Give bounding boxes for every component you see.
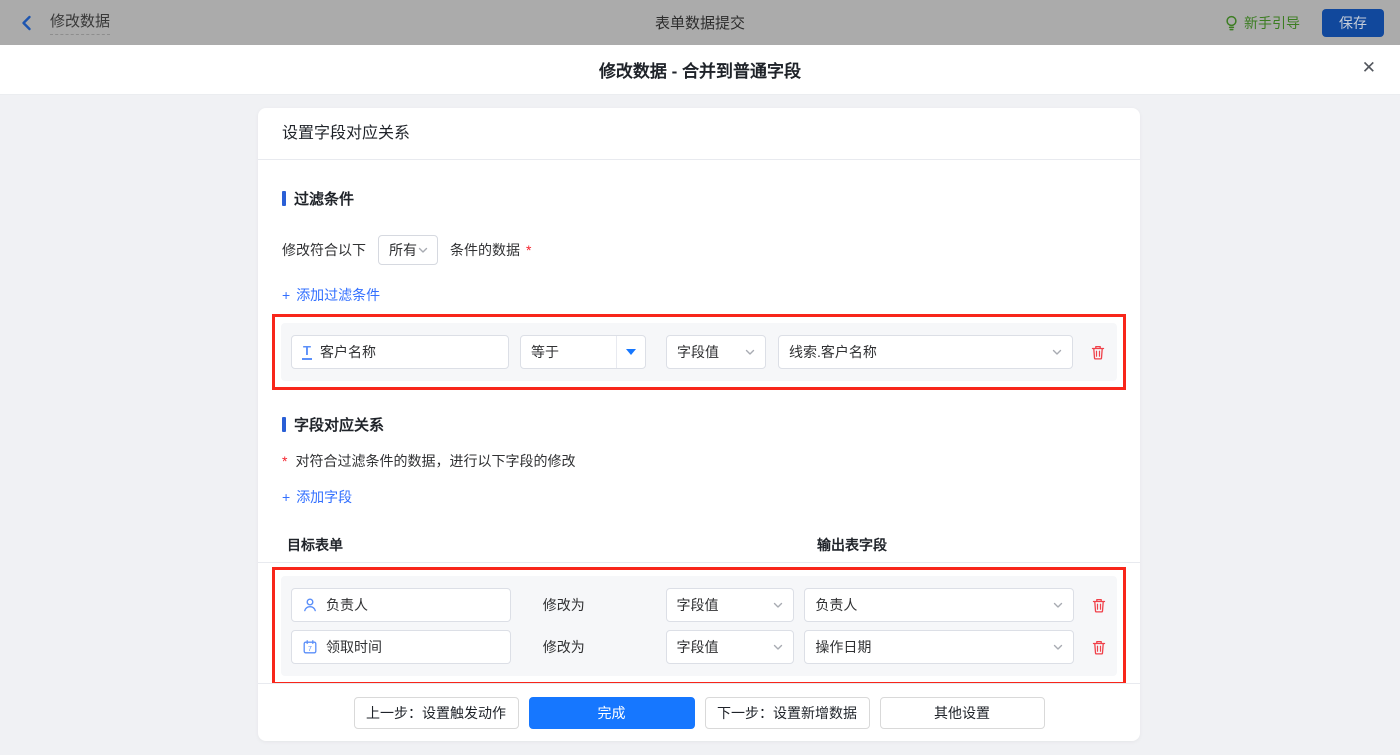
- filter-condition-row: T 客户名称 等于 字段值 线索.客户名称: [281, 323, 1117, 381]
- filter-field-input[interactable]: T 客户名称: [291, 335, 509, 369]
- delete-field-button[interactable]: [1091, 639, 1107, 656]
- value-type-value: 字段值: [677, 344, 719, 360]
- chevron-down-icon: [774, 644, 783, 650]
- filter-annotation-box: T 客户名称 等于 字段值 线索.客户名称: [272, 314, 1126, 390]
- output-field-select[interactable]: 操作日期: [804, 630, 1074, 664]
- caret-down-icon: [626, 349, 636, 355]
- calendar-icon: 7: [303, 640, 317, 654]
- value-type-select[interactable]: 字段值: [665, 630, 795, 664]
- column-output-fields: 输出表字段: [817, 537, 887, 553]
- user-icon: [304, 598, 316, 612]
- target-field-value: 领取时间: [326, 639, 382, 655]
- filter-section-label: 过滤条件: [294, 191, 355, 208]
- topbar-left: 修改数据: [16, 10, 111, 35]
- topbar: 修改数据 表单数据提交 新手引导 保存: [0, 0, 1400, 45]
- value-type-value: 字段值: [676, 639, 719, 655]
- save-button[interactable]: 保存: [1322, 8, 1384, 37]
- modal-body: 设置字段对应关系 过滤条件 修改符合以下 所有 条件的数据 * + 添加过滤条件: [0, 95, 1400, 755]
- plus-icon: +: [282, 489, 291, 505]
- mapping-annotation-box: 负责人 修改为 字段值 负责人 7 领取时间 修改为 字段值 操作日期: [272, 567, 1126, 683]
- output-field-value: 负责人: [815, 597, 858, 613]
- target-field-input[interactable]: 负责人: [291, 588, 511, 622]
- trash-icon: [1092, 640, 1106, 655]
- column-target-form: 目标表单: [287, 537, 343, 553]
- delete-field-button[interactable]: [1091, 597, 1107, 614]
- card-title: 设置字段对应关系: [258, 108, 1140, 160]
- section-bar: [282, 191, 286, 206]
- chevron-down-icon: [418, 247, 428, 253]
- required-mark: *: [526, 242, 532, 258]
- action-label: 修改为: [542, 597, 585, 613]
- text-field-icon: T: [302, 343, 312, 361]
- filter-section-title: 过滤条件: [258, 188, 1140, 209]
- done-button[interactable]: 完成: [528, 696, 695, 729]
- filter-value: 线索.客户名称: [789, 344, 877, 360]
- lightbulb-icon: [1226, 15, 1237, 30]
- value-type-value: 字段值: [676, 597, 719, 613]
- target-field-value: 负责人: [326, 597, 368, 613]
- page-title: 表单数据提交: [654, 15, 745, 32]
- trash-icon: [1092, 598, 1106, 613]
- card-footer: 上一步：设置触发动作 完成 下一步：设置新增数据 其他设置: [258, 683, 1140, 741]
- mapping-column-headers: 目标表单 输出表字段: [258, 531, 1140, 563]
- card-body: 过滤条件 修改符合以下 所有 条件的数据 * + 添加过滤条件 T 客户名称 等…: [258, 160, 1140, 683]
- output-field-value: 操作日期: [815, 639, 872, 655]
- mapping-description-text: 对符合过滤条件的数据，进行以下字段的修改: [295, 453, 576, 469]
- modal-header: 修改数据 - 合并到普通字段 ✕: [0, 45, 1400, 95]
- plus-icon: +: [282, 287, 291, 303]
- delete-condition-button[interactable]: [1090, 344, 1106, 361]
- beginner-guide-label: 新手引导: [1244, 14, 1300, 31]
- chevron-down-icon: [1052, 349, 1062, 355]
- add-field-label: 添加字段: [296, 489, 353, 505]
- target-field-input[interactable]: 7 领取时间: [291, 630, 511, 664]
- required-mark: *: [282, 453, 288, 469]
- value-type-select[interactable]: 字段值: [666, 335, 766, 369]
- section-bar: [282, 417, 286, 432]
- chevron-down-icon: [1053, 602, 1063, 608]
- next-step-button[interactable]: 下一步：设置新增数据: [704, 696, 870, 729]
- add-filter-condition-label: 添加过滤条件: [296, 287, 381, 303]
- filter-field-value: 客户名称: [319, 344, 376, 360]
- back-button[interactable]: [16, 12, 38, 34]
- mapping-row: 7 领取时间 修改为 字段值 操作日期: [291, 630, 1107, 664]
- operator-value: 等于: [531, 344, 559, 360]
- chevron-down-icon: [745, 349, 755, 355]
- prev-step-button[interactable]: 上一步：设置触发动作: [353, 696, 519, 729]
- add-field-link[interactable]: + 添加字段: [282, 487, 352, 507]
- operator-select[interactable]: 等于: [520, 335, 646, 369]
- back-icon: [22, 15, 31, 30]
- beginner-guide-link[interactable]: 新手引导: [1224, 13, 1300, 33]
- action-label: 修改为: [542, 639, 585, 655]
- mapping-row: 负责人 修改为 字段值 负责人: [291, 588, 1107, 622]
- operator-caret-zone[interactable]: [616, 336, 645, 368]
- svg-text:7: 7: [308, 646, 312, 653]
- condition-prefix: 修改符合以下: [282, 242, 366, 258]
- trash-icon: [1091, 345, 1105, 360]
- mapping-section-label: 字段对应关系: [294, 417, 385, 434]
- chevron-down-icon: [774, 602, 783, 608]
- mapping-description: * 对符合过滤条件的数据，进行以下字段的修改: [258, 451, 1140, 471]
- flow-name[interactable]: 修改数据: [50, 10, 111, 35]
- topbar-right: 新手引导 保存: [1224, 8, 1384, 37]
- scope-select[interactable]: 所有: [378, 235, 438, 265]
- add-filter-condition-link[interactable]: + 添加过滤条件: [282, 285, 380, 305]
- modal-title: 修改数据 - 合并到普通字段: [598, 62, 802, 81]
- mapping-rows: 负责人 修改为 字段值 负责人 7 领取时间 修改为 字段值 操作日期: [281, 576, 1117, 676]
- mapping-section-title: 字段对应关系: [258, 414, 1140, 435]
- chevron-down-icon: [1053, 644, 1063, 650]
- filter-value-select[interactable]: 线索.客户名称: [778, 335, 1073, 369]
- settings-card: 设置字段对应关系 过滤条件 修改符合以下 所有 条件的数据 * + 添加过滤条件: [258, 108, 1140, 741]
- value-type-select[interactable]: 字段值: [665, 588, 795, 622]
- condition-line: 修改符合以下 所有 条件的数据 *: [258, 235, 1140, 265]
- other-settings-button[interactable]: 其他设置: [879, 696, 1045, 729]
- output-field-select[interactable]: 负责人: [804, 588, 1074, 622]
- condition-suffix: 条件的数据: [450, 242, 520, 258]
- scope-select-value: 所有: [389, 242, 417, 258]
- close-icon[interactable]: ✕: [1362, 59, 1376, 76]
